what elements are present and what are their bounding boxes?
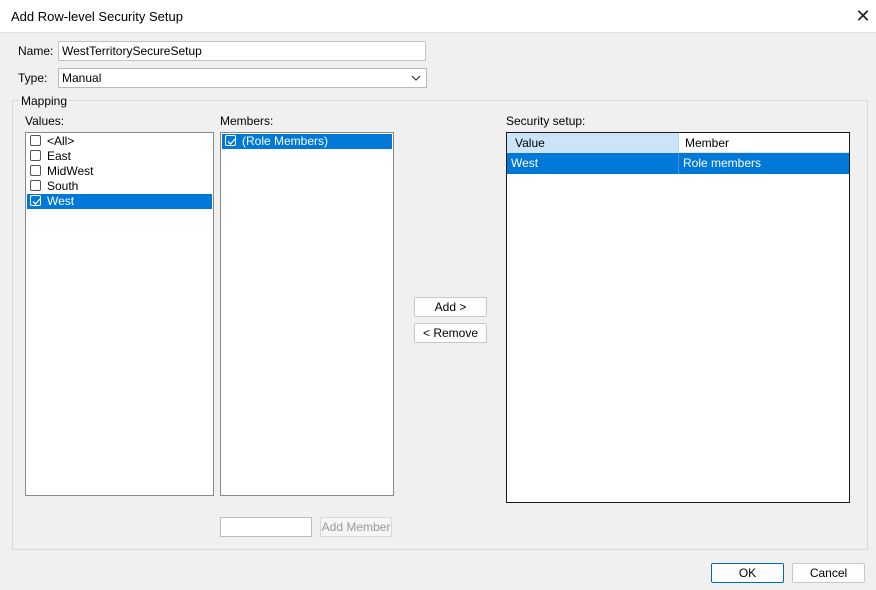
ok-button[interactable]: OK — [711, 563, 784, 583]
list-item-label: South — [47, 179, 79, 193]
column-header-member[interactable]: Member — [679, 133, 849, 153]
list-item-label: West — [47, 194, 75, 208]
values-item-south[interactable]: South — [27, 179, 212, 194]
checkbox[interactable] — [30, 180, 41, 191]
type-label: Type: — [18, 71, 48, 85]
table-cell-member[interactable]: Role members — [679, 153, 849, 174]
list-item-label: East — [47, 149, 72, 163]
checkbox-checked[interactable] — [225, 135, 236, 146]
chevron-down-icon — [411, 75, 421, 81]
column-header-value[interactable]: Value — [507, 133, 679, 153]
members-list[interactable]: (Role Members) — [220, 132, 394, 496]
checkbox[interactable] — [30, 135, 41, 146]
values-item-all[interactable]: <All> — [27, 134, 212, 149]
values-item-east[interactable]: East — [27, 149, 212, 164]
remove-button[interactable]: < Remove — [414, 323, 487, 343]
security-setup-label: Security setup: — [506, 114, 586, 128]
members-label: Members: — [220, 114, 274, 128]
title-bar: Add Row-level Security Setup ✕ — [0, 0, 876, 33]
table-row[interactable]: West Role members — [507, 153, 849, 174]
add-button[interactable]: Add > — [414, 297, 487, 317]
checkbox-checked[interactable] — [30, 195, 41, 206]
checkmark-icon — [227, 138, 236, 145]
new-member-input[interactable] — [220, 517, 312, 537]
cancel-button[interactable]: Cancel — [792, 563, 865, 583]
values-list[interactable]: <All> East MidWest South West — [25, 132, 214, 496]
checkbox[interactable] — [30, 165, 41, 176]
checkbox[interactable] — [30, 150, 41, 161]
name-label: Name: — [18, 44, 54, 58]
type-select-value: Manual — [62, 71, 102, 85]
members-item-role-members[interactable]: (Role Members) — [222, 134, 392, 149]
type-select[interactable]: Manual — [58, 68, 427, 88]
list-item-label: MidWest — [47, 164, 94, 178]
list-item-label: (Role Members) — [242, 134, 329, 148]
name-input[interactable]: WestTerritorySecureSetup — [58, 41, 426, 61]
security-setup-grid[interactable]: Value Member West Role members — [506, 132, 850, 503]
table-cell-value[interactable]: West — [507, 153, 679, 174]
add-member-button[interactable]: Add Member — [320, 517, 392, 537]
window-title: Add Row-level Security Setup — [11, 9, 183, 24]
values-item-midwest[interactable]: MidWest — [27, 164, 212, 179]
values-item-west[interactable]: West — [27, 194, 212, 209]
values-label: Values: — [25, 114, 65, 128]
list-item-label: <All> — [47, 134, 75, 148]
close-icon[interactable]: ✕ — [852, 5, 874, 27]
checkmark-icon — [32, 198, 41, 205]
mapping-label: Mapping — [19, 94, 70, 108]
